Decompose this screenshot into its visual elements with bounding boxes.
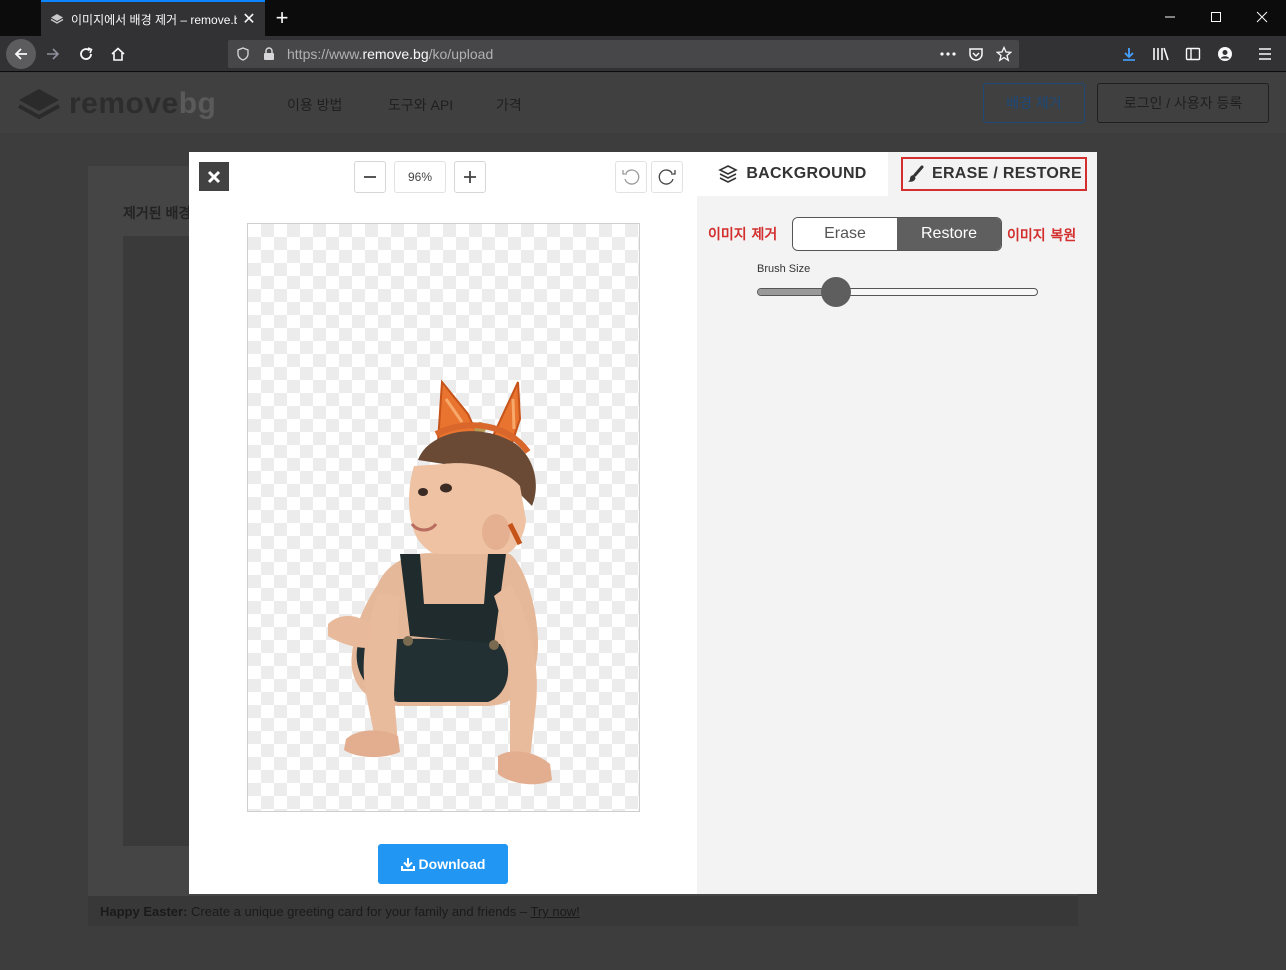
redo-icon bbox=[658, 169, 676, 185]
removebg-logo[interactable]: removebg bbox=[17, 87, 216, 121]
url-bar[interactable]: https://www.remove.bg/ko/upload bbox=[228, 40, 1019, 68]
site-header: removebg 이용 방법 도구와 API 가격 배경 제거 로그인 / 사용… bbox=[0, 73, 1286, 133]
annotation-erase: 이미지 제거 bbox=[708, 227, 778, 243]
hamburger-menu-icon bbox=[1259, 48, 1271, 60]
editor-modal: 96% Download BACKGROUND ERASE / RESTORE … bbox=[189, 152, 1097, 894]
minimize-window-icon[interactable] bbox=[1147, 0, 1193, 34]
home-button[interactable] bbox=[103, 39, 133, 69]
pocket-icon[interactable] bbox=[963, 40, 989, 68]
annotation-restore: 이미지 복원 bbox=[1007, 228, 1077, 244]
undo-icon bbox=[622, 169, 640, 185]
forward-button[interactable] bbox=[38, 39, 68, 69]
account-icon bbox=[1218, 47, 1232, 61]
erase-mode-button[interactable]: Erase bbox=[793, 218, 897, 250]
nav-pricing[interactable]: 가격 bbox=[496, 95, 522, 115]
login-signup-button[interactable]: 로그인 / 사용자 등록 bbox=[1097, 83, 1269, 123]
nav-tools-api[interactable]: 도구와 API bbox=[388, 95, 453, 115]
back-button[interactable] bbox=[6, 39, 36, 69]
undo-button[interactable] bbox=[615, 161, 647, 193]
url-domain: remove.bg bbox=[362, 46, 429, 62]
removebg-favicon-icon bbox=[49, 11, 65, 27]
download-label: Download bbox=[418, 856, 486, 872]
library-button[interactable] bbox=[1146, 39, 1176, 69]
restore-mode-button[interactable]: Restore bbox=[897, 218, 1001, 250]
promo-banner: Happy Easter: Create a unique greeting c… bbox=[88, 896, 1078, 926]
zoom-level: 96% bbox=[394, 161, 446, 193]
page-actions-icon[interactable] bbox=[935, 40, 961, 68]
zoom-out-button[interactable] bbox=[354, 161, 386, 193]
forward-arrow-icon bbox=[47, 48, 60, 60]
nav-how-to[interactable]: 이용 방법 bbox=[287, 95, 342, 115]
logo-layers-icon bbox=[18, 89, 60, 120]
banner-bold: Happy Easter: bbox=[100, 904, 188, 919]
banner-body: Create a unique greeting card for your f… bbox=[187, 904, 531, 919]
reload-button[interactable] bbox=[71, 39, 101, 69]
baby-cutout-image bbox=[328, 379, 552, 785]
download-icon bbox=[400, 857, 415, 871]
redo-button[interactable] bbox=[651, 161, 683, 193]
browser-tabstrip: 이미지에서 배경 제거 – remove.bg ✕ + bbox=[0, 0, 1286, 36]
browser-tab[interactable]: 이미지에서 배경 제거 – remove.bg ✕ bbox=[41, 0, 265, 36]
brush-size-thumb[interactable] bbox=[820, 277, 851, 307]
tab-background-label: BACKGROUND bbox=[746, 165, 867, 182]
erase-restore-toggle[interactable]: Erase Restore bbox=[792, 217, 1002, 251]
remove-background-button[interactable]: 배경 제거 bbox=[983, 83, 1085, 123]
home-icon bbox=[111, 47, 125, 61]
close-editor-button[interactable] bbox=[199, 162, 229, 191]
image-canvas[interactable] bbox=[247, 223, 640, 812]
layers-icon bbox=[718, 165, 739, 183]
sidebar-button[interactable] bbox=[1178, 39, 1208, 69]
account-button[interactable] bbox=[1210, 39, 1240, 69]
close-icon bbox=[207, 170, 221, 183]
brush-size-label: Brush Size bbox=[757, 263, 811, 275]
tab-close-icon[interactable]: ✕ bbox=[237, 7, 261, 31]
downloads-button[interactable] bbox=[1114, 39, 1144, 69]
logo-text: removebg bbox=[69, 87, 216, 121]
plus-icon bbox=[464, 171, 476, 183]
brush-size-slider[interactable] bbox=[757, 288, 1038, 296]
url-prefix: https://www. bbox=[287, 46, 363, 62]
logo-primary: remove bbox=[69, 87, 179, 120]
tab-background[interactable]: BACKGROUND bbox=[697, 152, 888, 196]
url-text: https://www.remove.bg/ko/upload bbox=[287, 46, 493, 62]
reload-icon bbox=[80, 47, 93, 60]
browser-navbar: https://www.remove.bg/ko/upload bbox=[0, 36, 1286, 72]
library-icon bbox=[1153, 47, 1169, 61]
menu-button[interactable] bbox=[1250, 39, 1280, 69]
editor-canvas-panel: 96% Download bbox=[189, 152, 697, 894]
logo-secondary: bg bbox=[178, 87, 217, 120]
back-arrow-icon bbox=[14, 48, 27, 60]
download-arrow-icon bbox=[1123, 48, 1135, 61]
brush-icon bbox=[906, 165, 924, 183]
zoom-in-button[interactable] bbox=[454, 161, 486, 193]
banner-link[interactable]: Try now! bbox=[530, 904, 579, 919]
sidebar-icon bbox=[1185, 47, 1201, 61]
maximize-window-icon[interactable] bbox=[1193, 0, 1239, 34]
download-button[interactable]: Download bbox=[378, 844, 508, 884]
tracking-shield-icon[interactable] bbox=[230, 40, 256, 68]
minus-icon bbox=[364, 176, 376, 178]
url-path: /ko/upload bbox=[428, 46, 494, 62]
tab-erase-restore-label: ERASE / RESTORE bbox=[931, 165, 1082, 182]
new-tab-button[interactable]: + bbox=[270, 5, 294, 30]
tab-erase-restore[interactable]: ERASE / RESTORE bbox=[901, 157, 1087, 191]
banner-text: Happy Easter: Create a unique greeting c… bbox=[100, 904, 580, 919]
result-card-title: 제거된 배경 bbox=[123, 205, 192, 221]
bookmark-star-icon[interactable] bbox=[991, 40, 1017, 68]
tab-title: 이미지에서 배경 제거 – remove.bg bbox=[71, 12, 237, 27]
close-window-icon[interactable] bbox=[1239, 0, 1285, 34]
padlock-icon[interactable] bbox=[256, 40, 282, 68]
